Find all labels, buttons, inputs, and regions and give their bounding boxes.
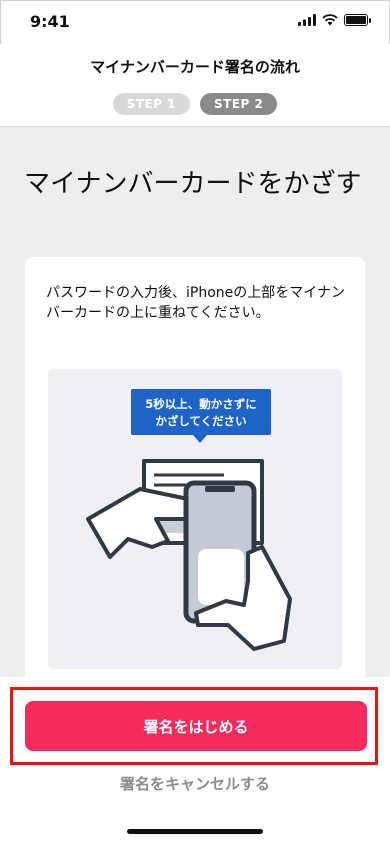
status-icons <box>298 14 371 26</box>
page-title: マイナンバーカード署名の流れ <box>90 58 300 76</box>
status-time: 9:41 <box>30 12 70 31</box>
footer: 署名をはじめる 署名をキャンセルする <box>0 677 390 844</box>
wifi-icon <box>322 14 338 26</box>
section-heading: マイナンバーカードをかざす <box>24 169 362 199</box>
callout-bubble <box>131 389 271 435</box>
header: マイナンバーカード署名の流れ STEP 1 STEP 2 <box>0 44 390 127</box>
battery-icon <box>344 14 371 26</box>
callout-text-line1: 5秒以上、動かさずに <box>145 397 257 411</box>
start-signing-button[interactable]: 署名をはじめる <box>25 701 367 751</box>
phone-over-card-illustration: 5秒以上、動かさずに かざしてください <box>86 389 292 651</box>
step-2-badge: STEP 2 <box>200 93 278 115</box>
instruction-text: パスワードの入力後、iPhoneの上部をマイナンバーカードの上に重ねてください。 <box>46 285 345 321</box>
callout-text-line2: かざしてください <box>155 414 246 428</box>
home-indicator[interactable] <box>127 829 263 834</box>
status-bar: 9:41 <box>0 0 390 44</box>
cancel-signing-link[interactable]: 署名をキャンセルする <box>0 773 390 794</box>
instruction-card: パスワードの入力後、iPhoneの上部をマイナンバーカードの上に重ねてください。… <box>25 257 365 677</box>
step-1-badge: STEP 1 <box>112 93 190 115</box>
step-indicator: STEP 1 STEP 2 <box>0 93 390 115</box>
signal-icon <box>298 14 316 26</box>
card-scan-illustration: 5秒以上、動かさずに かざしてください <box>48 369 342 669</box>
callout-pointer <box>193 435 207 443</box>
main-content[interactable]: マイナンバーカードをかざす パスワードの入力後、iPhoneの上部をマイナンバー… <box>0 127 390 677</box>
